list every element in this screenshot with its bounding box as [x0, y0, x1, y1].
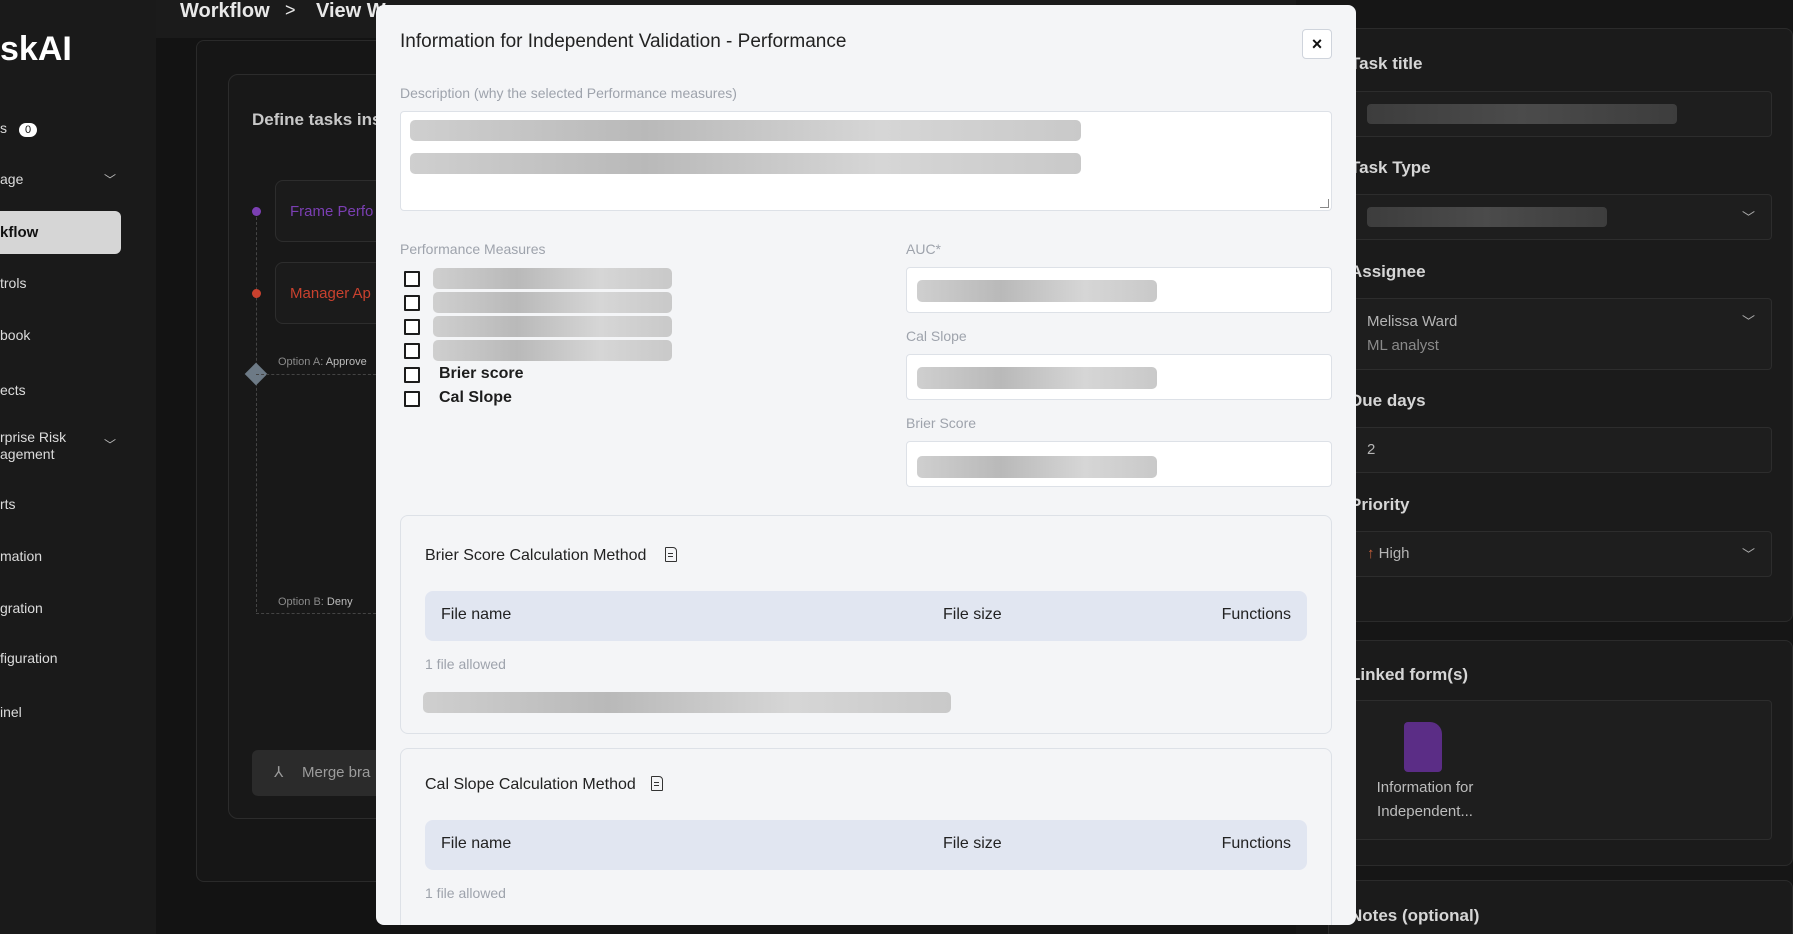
merge-icon: ⅄: [274, 764, 284, 781]
sidebar-item-projects[interactable]: ects: [0, 382, 120, 398]
column-file-name: File name: [441, 606, 512, 623]
option-b-connector: [256, 613, 376, 614]
cal-slope-input[interactable]: [906, 354, 1332, 400]
priority-label: Priority: [1350, 495, 1410, 514]
performance-measures-label: Performance Measures: [400, 241, 546, 257]
brand-logo: skAI: [0, 30, 72, 68]
document-icon[interactable]: [665, 547, 677, 562]
node-dot: [252, 207, 261, 216]
sidebar-item-reports[interactable]: rts: [0, 496, 120, 512]
brier-score-label: Brier Score: [906, 415, 977, 431]
resize-grip-icon[interactable]: [1320, 199, 1329, 208]
auc-input[interactable]: [906, 267, 1332, 313]
sidebar-item-workflow[interactable]: kflow: [0, 211, 121, 254]
flow-connector: [256, 212, 257, 612]
column-file-size: File size: [943, 606, 1002, 623]
linked-forms-label: Linked form(s): [1350, 665, 1469, 684]
sidebar-item-integration[interactable]: gration: [0, 600, 120, 616]
auc-label: AUC*: [906, 241, 942, 257]
sidebar-item-configuration[interactable]: figuration: [0, 650, 120, 666]
brier-score-input[interactable]: [906, 441, 1332, 487]
checkbox[interactable]: [404, 295, 420, 311]
assignee-label: Assignee: [1350, 262, 1426, 281]
file-allowed-note: 1 file allowed: [425, 656, 506, 672]
sidebar-item-sentinel[interactable]: inel: [0, 704, 120, 720]
due-days-label: Due days: [1350, 391, 1426, 410]
column-functions: Functions: [1221, 606, 1291, 623]
sidebar-item-automation[interactable]: mation: [0, 548, 120, 564]
task-type-select[interactable]: ﹀: [1350, 194, 1772, 240]
checkbox[interactable]: [404, 343, 420, 359]
task-title-input[interactable]: [1350, 91, 1772, 137]
linked-form-name[interactable]: Information for Independent...: [1360, 776, 1490, 824]
assignee-select[interactable]: Melissa Ward ML analyst ﹀: [1350, 298, 1772, 370]
task-title-label: Task title: [1350, 54, 1423, 73]
document-icon[interactable]: [651, 776, 663, 791]
file-table-header: File name File size Functions: [425, 591, 1307, 641]
chevron-down-icon: ﹀: [104, 438, 117, 452]
modal-title: Information for Independent Validation -…: [400, 31, 847, 52]
task-type-label: Task Type: [1350, 158, 1431, 177]
section-title: Cal Slope Calculation Method: [425, 776, 636, 793]
column-file-name: File name: [441, 835, 512, 852]
option-a-connector: [256, 374, 376, 375]
sidebar-item-badge[interactable]: s0: [0, 120, 120, 137]
arrow-up-icon: ↑: [1367, 545, 1375, 562]
chevron-down-icon: ﹀: [104, 173, 117, 187]
option-b-label: Option B: Deny: [278, 596, 353, 608]
description-label: Description (why the selected Performanc…: [400, 85, 737, 101]
checkbox[interactable]: [404, 271, 420, 287]
sidebar-item-controls[interactable]: trols: [0, 275, 120, 291]
checkbox[interactable]: [404, 367, 420, 383]
cal-slope-label: Cal Slope: [906, 328, 967, 344]
description-textarea[interactable]: [400, 111, 1332, 211]
checkbox[interactable]: [404, 319, 420, 335]
count-badge: 0: [19, 123, 38, 137]
file-table-header: File name File size Functions: [425, 820, 1307, 870]
cal-slope-calc-section: Cal Slope Calculation Method File name F…: [400, 748, 1332, 925]
breadcrumb-workflow[interactable]: Workflow: [180, 0, 270, 23]
validation-modal: Information for Independent Validation -…: [376, 5, 1356, 925]
chevron-right-icon: >: [285, 0, 296, 20]
chevron-down-icon: ﹀: [1741, 314, 1755, 329]
chevron-down-icon: ﹀: [1741, 210, 1755, 225]
sidebar-item-enterprise-risk[interactable]: rprise Risk agement ﹀: [0, 429, 120, 463]
close-button[interactable]: ×: [1302, 29, 1332, 59]
file-allowed-note: 1 file allowed: [425, 885, 506, 901]
column-functions: Functions: [1221, 835, 1291, 852]
sidebar-item-manage[interactable]: age ﹀: [0, 171, 120, 187]
column-file-size: File size: [943, 835, 1002, 852]
sidebar-item-playbook[interactable]: book: [0, 327, 120, 343]
priority-select[interactable]: ↑ High ﹀: [1350, 531, 1772, 577]
section-title: Brier Score Calculation Method: [425, 547, 647, 564]
due-days-input[interactable]: 2: [1350, 427, 1772, 473]
chevron-down-icon: ﹀: [1741, 547, 1755, 562]
close-icon: ×: [1311, 34, 1323, 54]
document-icon: [1404, 722, 1442, 772]
option-a-label: Option A: Approve: [278, 356, 367, 368]
sidebar: skAI s0 age ﹀ kflow trols book ects rpri…: [0, 0, 156, 934]
node-dot: [252, 289, 261, 298]
checkbox[interactable]: [404, 391, 420, 407]
define-tasks-title: Define tasks ins: [252, 110, 382, 129]
notes-label: Notes (optional): [1350, 906, 1480, 925]
brier-score-calc-section: Brier Score Calculation Method File name…: [400, 515, 1332, 734]
